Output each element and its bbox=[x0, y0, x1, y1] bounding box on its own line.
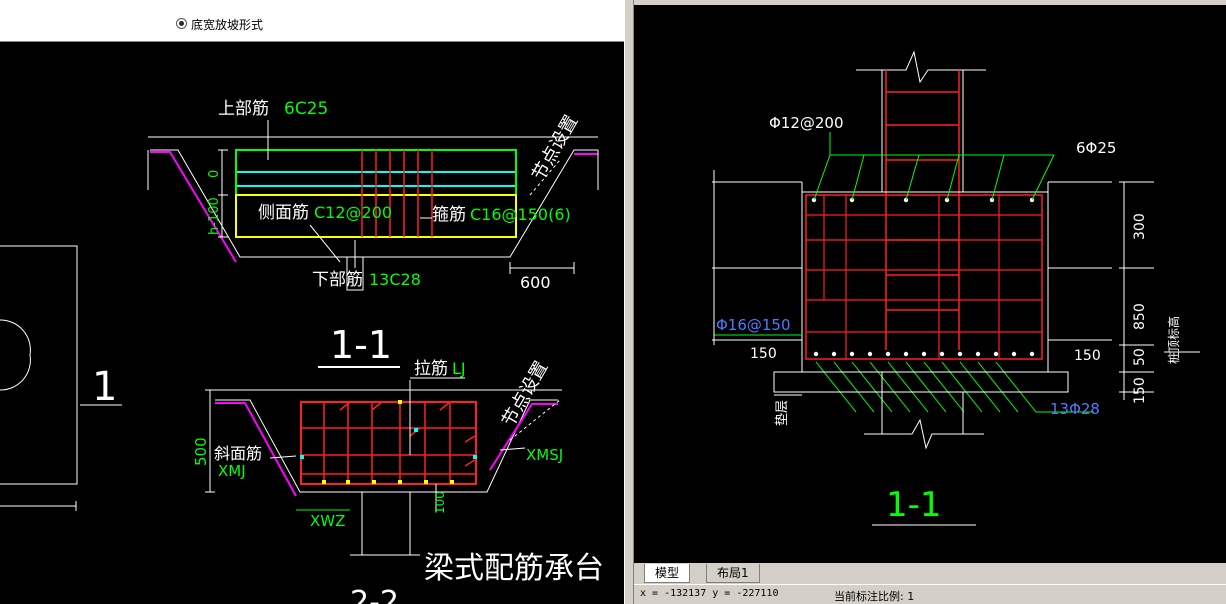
caption-beam-cap: 梁式配筋承台 bbox=[424, 551, 604, 586]
label-bottom-bar-spec: 13C28 bbox=[369, 270, 421, 289]
label-side-bar: 侧面筋 bbox=[258, 203, 309, 223]
label-top-bar-spec: 6C25 bbox=[284, 99, 328, 119]
dim-300: 300 bbox=[1132, 213, 1148, 240]
label-stirrup: 箍筋 bbox=[432, 205, 466, 225]
left-cad-viewport[interactable]: 底宽放坡形式 1 上部筋 6C25 侧面筋 C12@200 箍筋 C16@150… bbox=[0, 0, 624, 604]
right-cad-viewport[interactable]: Φ12@200 6Φ25 Φ16@150 13Φ28 150 150 300 8… bbox=[634, 0, 1226, 604]
label-slope-bar-spec: XMJ bbox=[218, 462, 246, 480]
section-title-1-1: 1-1 bbox=[330, 323, 392, 367]
label-side-bars-right: Φ16@150 bbox=[716, 316, 791, 334]
dim-right-150: 150 bbox=[1074, 348, 1101, 364]
dim-150: 150 bbox=[1132, 377, 1148, 404]
label-top-bar: 上部筋 bbox=[218, 99, 269, 119]
label-bottom-bar: 下部筋 bbox=[312, 270, 363, 290]
label-stirrup-spec: C16@150(6) bbox=[470, 205, 571, 224]
dim-50: 50 bbox=[1132, 348, 1148, 366]
dim-left-150: 150 bbox=[750, 346, 777, 362]
status-bar: x = -132137 y = -227110 当前标注比例: 1 bbox=[634, 584, 1226, 604]
label-xwz: XWZ bbox=[310, 512, 345, 530]
tab-layout1[interactable]: 布局1 bbox=[706, 564, 760, 583]
panel-splitter[interactable] bbox=[624, 0, 634, 604]
label-bottom-bars-right: 13Φ28 bbox=[1050, 400, 1100, 418]
dim-100: 100 bbox=[433, 491, 447, 514]
dim-600: 600 bbox=[520, 273, 551, 292]
label-tie-spec: LJ bbox=[452, 359, 466, 378]
annotation-scale: 当前标注比例: 1 bbox=[834, 590, 915, 603]
label-pile-top-elevation: 桩顶标高 bbox=[1166, 316, 1181, 364]
dim-850: 850 bbox=[1132, 303, 1148, 330]
label-top-bars-right: 6Φ25 bbox=[1076, 139, 1116, 157]
label-side-bar-spec: C12@200 bbox=[314, 203, 392, 222]
layout-tab-bar: 模型 布局1 bbox=[634, 563, 1226, 584]
label-stirrup-spec-right: Φ12@200 bbox=[769, 114, 844, 132]
label-slope-bar: 斜面筋 bbox=[214, 444, 262, 463]
label-xmsj: XMSJ bbox=[526, 446, 563, 464]
dim-0: 0 bbox=[207, 170, 222, 178]
dim-500: 500 bbox=[192, 437, 210, 466]
right-drawing: Φ12@200 6Φ25 Φ16@150 13Φ28 150 150 300 8… bbox=[712, 50, 1200, 526]
label-tie: 拉筋 bbox=[414, 359, 448, 379]
section-title-2-2: 2-2 bbox=[350, 585, 399, 604]
right-section-title: 1-1 bbox=[886, 485, 942, 525]
left-drawing: 1 上部筋 6C25 侧面筋 C12@200 箍筋 C16@150(6) 下部筋… bbox=[0, 99, 604, 604]
label-cushion: 垫层 bbox=[774, 400, 790, 426]
tab-model[interactable]: 模型 bbox=[644, 564, 691, 583]
section-marker-1: 1 bbox=[92, 364, 117, 410]
dim-h: h-100 bbox=[207, 197, 222, 235]
cursor-coordinates: x = -132137 y = -227110 bbox=[640, 588, 779, 599]
label-node-setting-2[interactable]: 节点设置 bbox=[498, 358, 552, 431]
label-node-setting-1[interactable]: 节点设置 bbox=[528, 112, 582, 185]
